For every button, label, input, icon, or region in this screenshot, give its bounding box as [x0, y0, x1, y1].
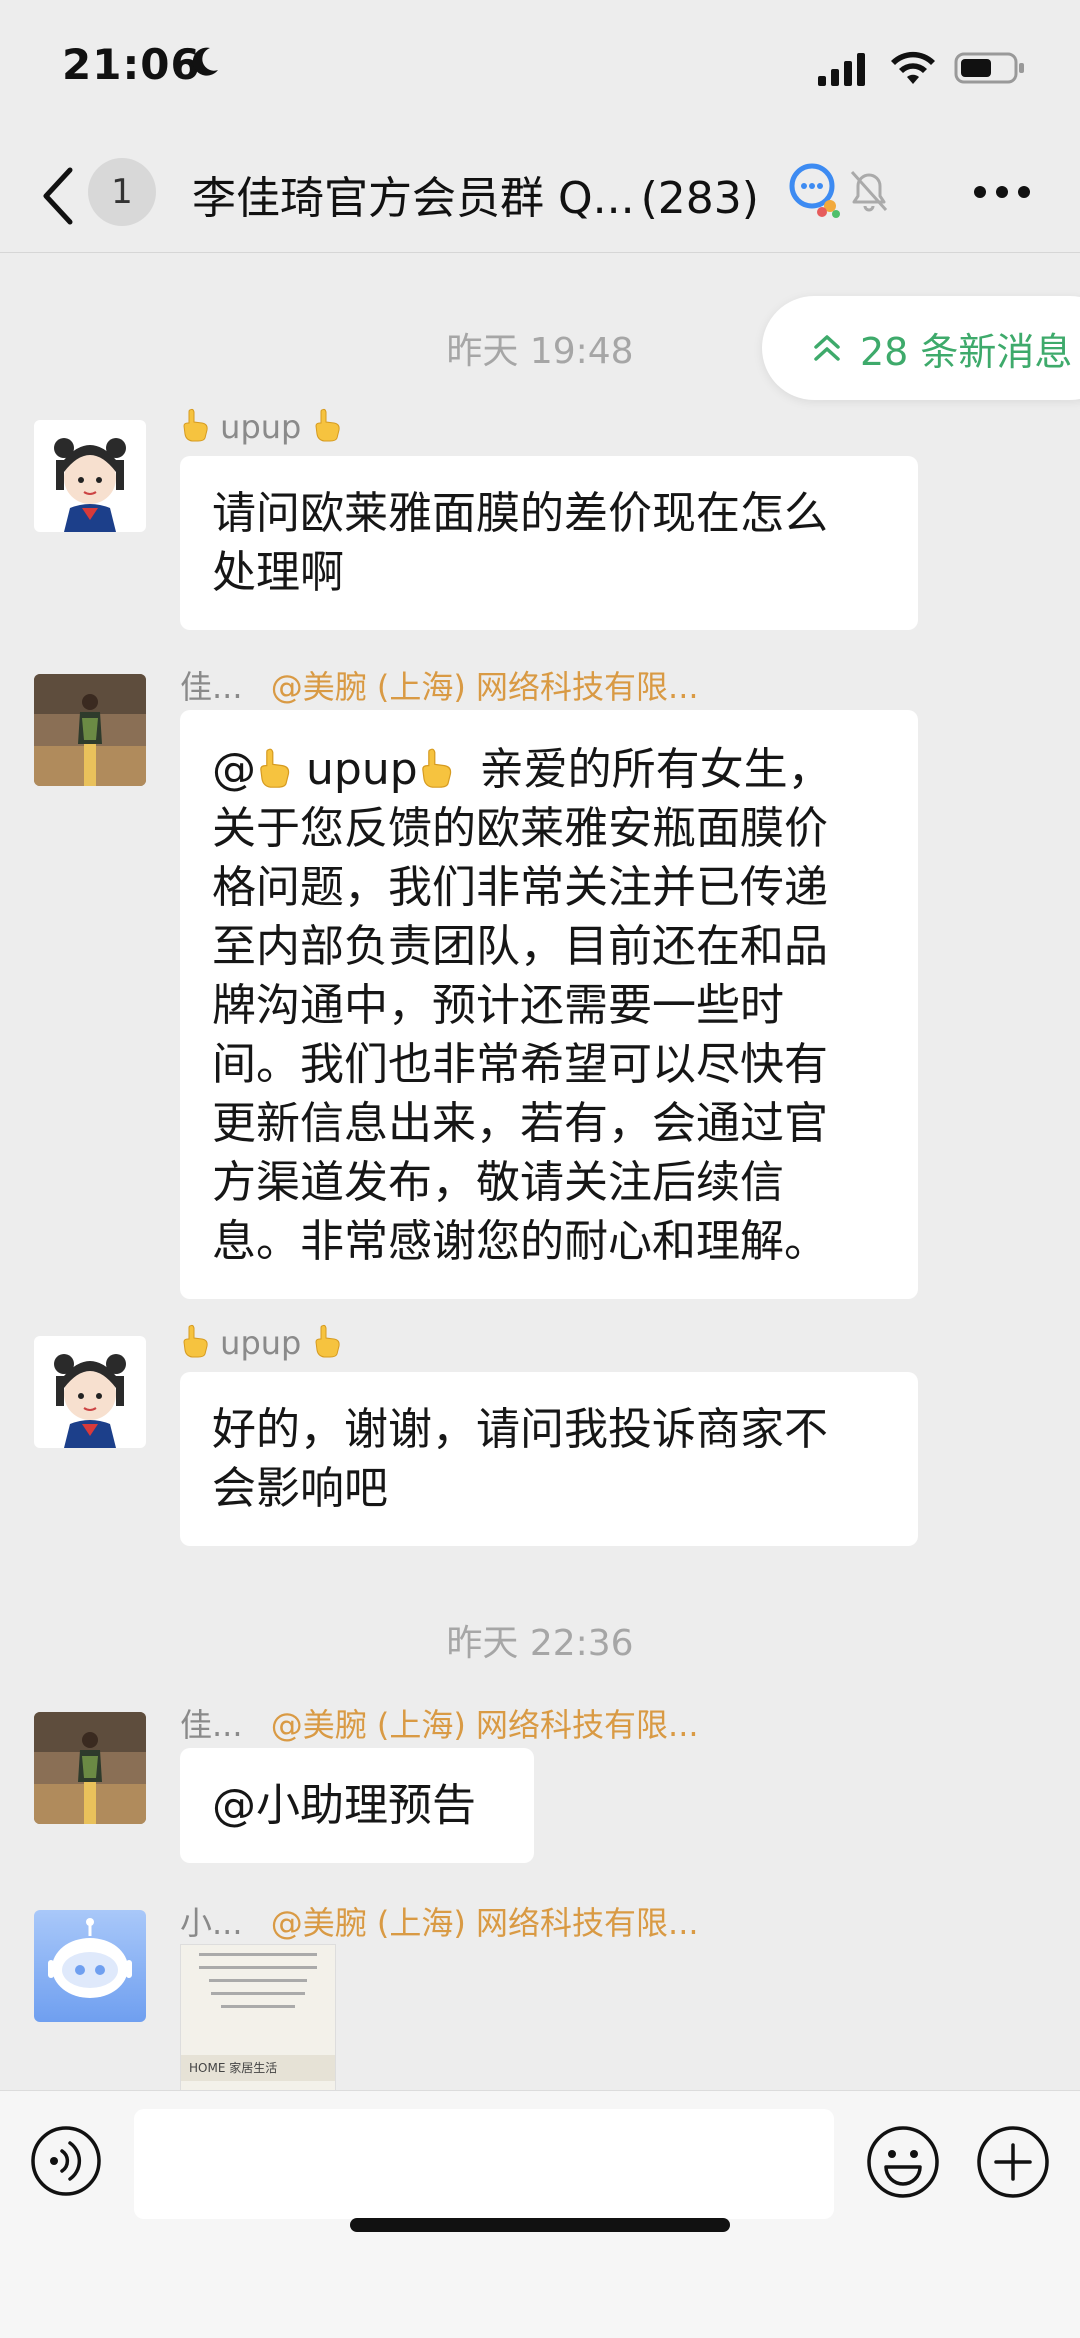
avatar[interactable] — [34, 1910, 146, 2022]
member-count: (283) — [640, 173, 759, 224]
message-input[interactable] — [134, 2109, 834, 2219]
message-text-line: 息。非常感谢您的耐心和理解。 — [212, 1216, 828, 1267]
more-icon[interactable] — [972, 184, 1032, 200]
person-avatar-icon — [34, 674, 146, 786]
sender-name-text: 佳... — [180, 668, 243, 706]
message-bubble[interactable]: 好的，谢谢，请问我投诉商家不 会影响吧 — [180, 1372, 918, 1546]
sender-line: 小... @美腕 (上海) 网络科技有限... — [180, 1898, 699, 1944]
message-text: 亲爱的所有女生， — [479, 744, 832, 795]
avatar[interactable] — [34, 420, 146, 532]
group-chat-icon[interactable] — [786, 160, 842, 220]
text-line-graphic — [221, 2005, 295, 2008]
unread-badge[interactable]: 1 — [88, 158, 156, 226]
input-bar — [0, 2090, 1080, 2338]
message-text-line: @ upup 亲爱的所有女生， — [212, 740, 886, 799]
cartoon-girl-avatar-icon — [34, 1336, 146, 1448]
image-caption: HOME 家居生活 — [181, 2055, 335, 2081]
sender-name-text: upup — [220, 408, 302, 446]
new-messages-label: 28 条新消息 — [860, 329, 1073, 374]
pointing-hand-icon — [315, 1324, 340, 1358]
message-text-line: 关于您反馈的欧莱雅安瓶面膜价 — [212, 803, 828, 854]
sender-name-text: 小... — [180, 1904, 243, 1942]
image-message[interactable]: HOME 家居生活 — [180, 1944, 336, 2096]
double-chevron-up-icon — [814, 335, 840, 361]
message-text-line: 间。我们也非常希望可以尽快有 — [212, 1039, 828, 1090]
message-text-line: 牌沟通中，预计还需要一些时 — [212, 980, 784, 1031]
text-line-graphic — [209, 1979, 307, 1982]
message-text-line: 至内部负责团队，目前还在和品 — [212, 921, 828, 972]
message-text-line: 格问题，我们非常关注并已传递 — [212, 862, 828, 913]
chat-title-text: 李佳琦官方会员群 Q... — [192, 173, 635, 224]
moon-icon — [192, 47, 218, 76]
wifi-icon — [891, 51, 935, 84]
message-text-line: @小助理预告 — [212, 1780, 476, 1831]
new-messages-button[interactable]: 28 条新消息 — [762, 296, 1080, 400]
avatar[interactable] — [34, 1336, 146, 1448]
back-icon[interactable] — [38, 164, 78, 228]
battery-icon — [954, 52, 1024, 84]
pointing-hand-icon — [421, 748, 451, 788]
avatar[interactable] — [34, 674, 146, 786]
text-line-graphic — [199, 1966, 317, 1969]
message-bubble[interactable]: @ upup 亲爱的所有女生， 关于您反馈的欧莱雅安瓶面膜价 格问题，我们非常关… — [180, 710, 918, 1299]
message-text-line: 方渠道发布，敬请关注后续信 — [212, 1157, 784, 1208]
emoji-icon[interactable] — [866, 2125, 940, 2199]
chat-title[interactable]: 李佳琦官方会员群 Q... (283) — [192, 162, 759, 226]
message-text-line: 处理啊 — [212, 547, 344, 598]
sender-line: 佳... @美腕 (上海) 网络科技有限... — [180, 1700, 699, 1746]
voice-icon[interactable] — [30, 2125, 102, 2197]
text-line-graphic — [199, 1953, 317, 1956]
sender-org-tag: @美腕 (上海) 网络科技有限... — [270, 1904, 699, 1942]
mention-name: upup — [306, 744, 418, 795]
message-bubble[interactable]: 请问欧莱雅面膜的差价现在怎么 处理啊 — [180, 456, 918, 630]
message-text-line: 更新信息出来，若有，会通过官 — [212, 1098, 828, 1149]
person-avatar-icon — [34, 1712, 146, 1824]
pointing-hand-icon — [183, 408, 208, 442]
avatar[interactable] — [34, 1712, 146, 1824]
message-text-line: 会影响吧 — [212, 1463, 388, 1514]
sender-name: upup — [180, 1324, 342, 1362]
timestamp: 昨天 22:36 — [446, 1623, 634, 1664]
sender-name-text: upup — [220, 1324, 302, 1362]
pointing-hand-icon — [315, 408, 340, 442]
robot-avatar-icon — [34, 1910, 146, 2022]
mute-icon — [850, 170, 888, 212]
sender-name-text: 佳... — [180, 1706, 243, 1744]
home-indicator[interactable] — [350, 2218, 730, 2232]
status-time: 21:06 — [62, 40, 201, 89]
sender-name: upup — [180, 408, 342, 446]
sender-line: 佳... @美腕 (上海) 网络科技有限... — [180, 662, 699, 708]
pointing-hand-icon — [183, 1324, 208, 1358]
text-line-graphic — [211, 1992, 305, 1995]
sender-org-tag: @美腕 (上海) 网络科技有限... — [270, 1706, 699, 1744]
cartoon-girl-avatar-icon — [34, 420, 146, 532]
message-text-line: 好的，谢谢，请问我投诉商家不 — [212, 1404, 828, 1455]
message-bubble[interactable]: @小助理预告 — [180, 1748, 534, 1863]
pointing-hand-icon — [260, 748, 290, 788]
mention-at: @ — [212, 744, 256, 795]
status-bar: 21:06 — [0, 0, 1080, 140]
sender-org-tag: @美腕 (上海) 网络科技有限... — [270, 668, 699, 706]
message-text-line: 请问欧莱雅面膜的差价现在怎么 — [212, 488, 828, 539]
plus-icon[interactable] — [976, 2125, 1050, 2199]
signal-icon — [818, 53, 865, 86]
